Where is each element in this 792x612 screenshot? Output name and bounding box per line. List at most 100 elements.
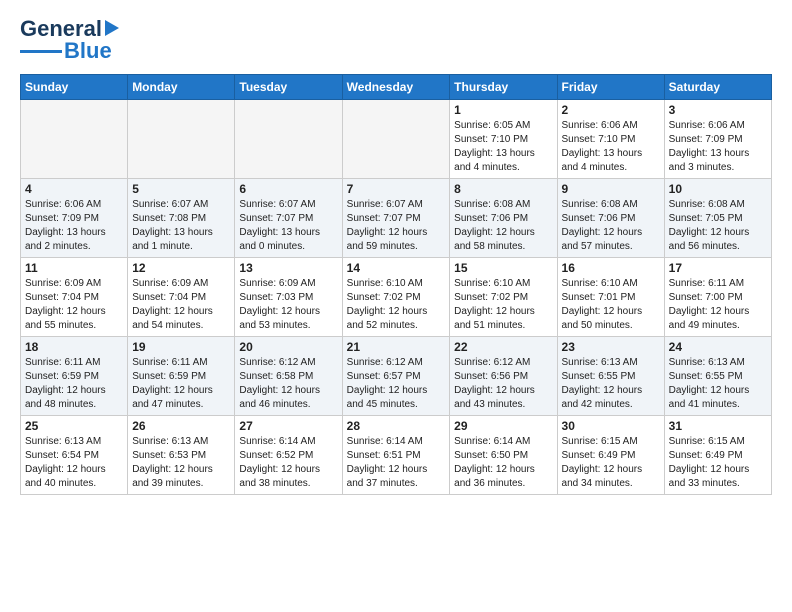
day-info: Sunrise: 6:14 AM Sunset: 6:51 PM Dayligh… — [347, 435, 446, 491]
day-number: 17 — [669, 261, 767, 275]
calendar-day-6: 6 Sunrise: 6:07 AM Sunset: 7:07 PM Daylig… — [235, 179, 342, 258]
day-number: 1 — [454, 103, 552, 117]
page-header: General Blue — [20, 16, 772, 64]
day-info: Sunrise: 6:11 AM Sunset: 6:59 PM Dayligh… — [25, 356, 123, 412]
col-header-monday: Monday — [128, 75, 235, 100]
calendar-day-14: 14 Sunrise: 6:10 AM Sunset: 7:02 PM Dayli… — [342, 258, 450, 337]
day-info: Sunrise: 6:11 AM Sunset: 6:59 PM Dayligh… — [132, 356, 230, 412]
calendar-day-12: 12 Sunrise: 6:09 AM Sunset: 7:04 PM Dayli… — [128, 258, 235, 337]
day-number: 11 — [25, 261, 123, 275]
day-number: 6 — [239, 182, 337, 196]
calendar-day-24: 24Sunrise: 6:13 AM Sunset: 6:55 PM Dayli… — [664, 337, 771, 416]
day-number: 13 — [239, 261, 337, 275]
day-number: 31 — [669, 419, 767, 433]
day-number: 18 — [25, 340, 123, 354]
calendar-day-5: 5 Sunrise: 6:07 AM Sunset: 7:08 PM Daylig… — [128, 179, 235, 258]
day-number: 15 — [454, 261, 552, 275]
calendar-day-11: 11 Sunrise: 6:09 AM Sunset: 7:04 PM Dayli… — [21, 258, 128, 337]
day-info: Sunrise: 6:07 AM Sunset: 7:07 PM Dayligh… — [347, 198, 446, 254]
day-number: 7 — [347, 182, 446, 196]
day-info: Sunrise: 6:06 AM Sunset: 7:10 PM Dayligh… — [562, 119, 660, 175]
calendar-day-22: 22 Sunrise: 6:12 AM Sunset: 6:56 PM Dayli… — [450, 337, 557, 416]
day-info: Sunrise: 6:08 AM Sunset: 7:06 PM Dayligh… — [562, 198, 660, 254]
day-number: 12 — [132, 261, 230, 275]
day-number: 27 — [239, 419, 337, 433]
calendar-day-17: 17 Sunrise: 6:11 AM Sunset: 7:00 PM Dayli… — [664, 258, 771, 337]
logo: General Blue — [20, 16, 121, 64]
col-header-wednesday: Wednesday — [342, 75, 450, 100]
day-info: Sunrise: 6:13 AM Sunset: 6:55 PM Dayligh… — [669, 356, 767, 412]
calendar-day-empty-1 — [128, 100, 235, 179]
calendar-day-4: 4 Sunrise: 6:06 AM Sunset: 7:09 PM Daylig… — [21, 179, 128, 258]
calendar-day-20: 20 Sunrise: 6:12 AM Sunset: 6:58 PM Dayli… — [235, 337, 342, 416]
day-number: 30 — [562, 419, 660, 433]
calendar-day-18: 18 Sunrise: 6:11 AM Sunset: 6:59 PM Dayli… — [21, 337, 128, 416]
day-number: 4 — [25, 182, 123, 196]
col-header-friday: Friday — [557, 75, 664, 100]
day-info: Sunrise: 6:05 AM Sunset: 7:10 PM Dayligh… — [454, 119, 552, 175]
day-number: 22 — [454, 340, 552, 354]
calendar-week-5: 25 Sunrise: 6:13 AM Sunset: 6:54 PM Dayli… — [21, 416, 772, 495]
day-number: 20 — [239, 340, 337, 354]
calendar-day-31: 31Sunrise: 6:15 AM Sunset: 6:49 PM Dayli… — [664, 416, 771, 495]
col-header-sunday: Sunday — [21, 75, 128, 100]
day-number: 5 — [132, 182, 230, 196]
calendar-day-empty-0 — [21, 100, 128, 179]
day-info: Sunrise: 6:10 AM Sunset: 7:02 PM Dayligh… — [347, 277, 446, 333]
calendar-day-30: 30 Sunrise: 6:15 AM Sunset: 6:49 PM Dayli… — [557, 416, 664, 495]
day-info: Sunrise: 6:12 AM Sunset: 6:57 PM Dayligh… — [347, 356, 446, 412]
logo-blue: Blue — [64, 38, 112, 64]
day-info: Sunrise: 6:15 AM Sunset: 6:49 PM Dayligh… — [562, 435, 660, 491]
calendar-day-15: 15 Sunrise: 6:10 AM Sunset: 7:02 PM Dayli… — [450, 258, 557, 337]
day-info: Sunrise: 6:08 AM Sunset: 7:05 PM Dayligh… — [669, 198, 767, 254]
day-info: Sunrise: 6:12 AM Sunset: 6:56 PM Dayligh… — [454, 356, 552, 412]
calendar-day-8: 8Sunrise: 6:08 AM Sunset: 7:06 PM Daylig… — [450, 179, 557, 258]
day-info: Sunrise: 6:06 AM Sunset: 7:09 PM Dayligh… — [669, 119, 767, 175]
calendar-day-7: 7 Sunrise: 6:07 AM Sunset: 7:07 PM Daylig… — [342, 179, 450, 258]
calendar-day-25: 25 Sunrise: 6:13 AM Sunset: 6:54 PM Dayli… — [21, 416, 128, 495]
calendar-week-4: 18 Sunrise: 6:11 AM Sunset: 6:59 PM Dayli… — [21, 337, 772, 416]
day-info: Sunrise: 6:09 AM Sunset: 7:03 PM Dayligh… — [239, 277, 337, 333]
day-number: 14 — [347, 261, 446, 275]
day-info: Sunrise: 6:07 AM Sunset: 7:07 PM Dayligh… — [239, 198, 337, 254]
day-number: 26 — [132, 419, 230, 433]
day-number: 10 — [669, 182, 767, 196]
col-header-tuesday: Tuesday — [235, 75, 342, 100]
calendar-header-row: SundayMondayTuesdayWednesdayThursdayFrid… — [21, 75, 772, 100]
day-number: 3 — [669, 103, 767, 117]
day-number: 25 — [25, 419, 123, 433]
col-header-saturday: Saturday — [664, 75, 771, 100]
day-info: Sunrise: 6:06 AM Sunset: 7:09 PM Dayligh… — [25, 198, 123, 254]
calendar-day-10: 10 Sunrise: 6:08 AM Sunset: 7:05 PM Dayli… — [664, 179, 771, 258]
calendar-day-26: 26Sunrise: 6:13 AM Sunset: 6:53 PM Dayli… — [128, 416, 235, 495]
day-number: 23 — [562, 340, 660, 354]
day-number: 9 — [562, 182, 660, 196]
day-number: 8 — [454, 182, 552, 196]
calendar-table: SundayMondayTuesdayWednesdayThursdayFrid… — [20, 74, 772, 495]
day-info: Sunrise: 6:13 AM Sunset: 6:54 PM Dayligh… — [25, 435, 123, 491]
day-info: Sunrise: 6:12 AM Sunset: 6:58 PM Dayligh… — [239, 356, 337, 412]
calendar-day-13: 13 Sunrise: 6:09 AM Sunset: 7:03 PM Dayli… — [235, 258, 342, 337]
day-number: 21 — [347, 340, 446, 354]
calendar-day-19: 19Sunrise: 6:11 AM Sunset: 6:59 PM Dayli… — [128, 337, 235, 416]
day-info: Sunrise: 6:07 AM Sunset: 7:08 PM Dayligh… — [132, 198, 230, 254]
calendar-day-empty-2 — [235, 100, 342, 179]
day-number: 28 — [347, 419, 446, 433]
day-info: Sunrise: 6:10 AM Sunset: 7:01 PM Dayligh… — [562, 277, 660, 333]
calendar-week-3: 11 Sunrise: 6:09 AM Sunset: 7:04 PM Dayli… — [21, 258, 772, 337]
calendar-week-2: 4 Sunrise: 6:06 AM Sunset: 7:09 PM Daylig… — [21, 179, 772, 258]
logo-arrow-icon — [103, 18, 121, 38]
calendar-day-23: 23 Sunrise: 6:13 AM Sunset: 6:55 PM Dayli… — [557, 337, 664, 416]
day-info: Sunrise: 6:11 AM Sunset: 7:00 PM Dayligh… — [669, 277, 767, 333]
calendar-day-28: 28 Sunrise: 6:14 AM Sunset: 6:51 PM Dayli… — [342, 416, 450, 495]
calendar-day-16: 16 Sunrise: 6:10 AM Sunset: 7:01 PM Dayli… — [557, 258, 664, 337]
day-info: Sunrise: 6:10 AM Sunset: 7:02 PM Dayligh… — [454, 277, 552, 333]
day-info: Sunrise: 6:09 AM Sunset: 7:04 PM Dayligh… — [132, 277, 230, 333]
day-info: Sunrise: 6:09 AM Sunset: 7:04 PM Dayligh… — [25, 277, 123, 333]
day-info: Sunrise: 6:13 AM Sunset: 6:55 PM Dayligh… — [562, 356, 660, 412]
day-number: 16 — [562, 261, 660, 275]
calendar-day-empty-3 — [342, 100, 450, 179]
calendar-week-1: 1 Sunrise: 6:05 AM Sunset: 7:10 PM Daylig… — [21, 100, 772, 179]
calendar-day-2: 2Sunrise: 6:06 AM Sunset: 7:10 PM Daylig… — [557, 100, 664, 179]
col-header-thursday: Thursday — [450, 75, 557, 100]
